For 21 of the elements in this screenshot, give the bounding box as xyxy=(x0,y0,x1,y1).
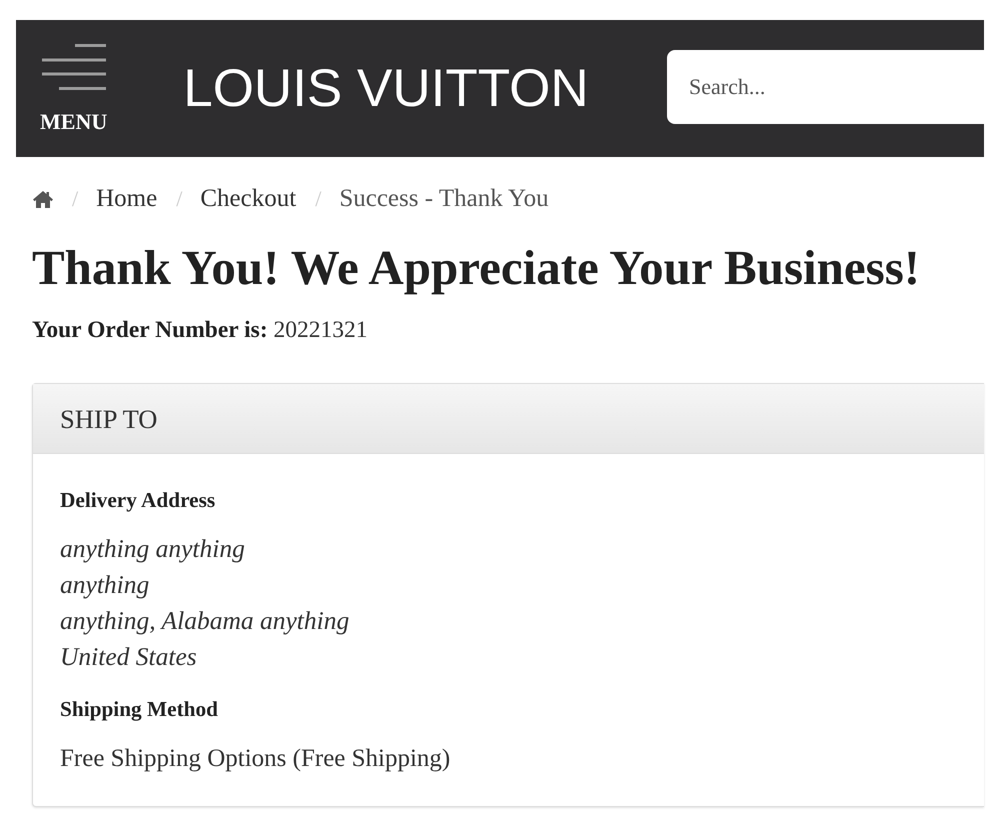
breadcrumb-current-page: Success - Thank You xyxy=(339,184,549,214)
panel-title: SHIP TO xyxy=(60,404,158,434)
breadcrumb-link[interactable]: Checkout xyxy=(200,184,296,214)
breadcrumb-separator: / xyxy=(315,185,322,213)
address-line: anything, Alabama anything xyxy=(60,605,350,637)
page-title: Thank You! We Appreciate Your Business! xyxy=(32,242,922,294)
order-number: Your Order Number is: 20221321 xyxy=(32,316,369,344)
menu-button[interactable]: MENU xyxy=(40,44,108,133)
address-line: anything anything xyxy=(60,533,246,565)
address-line: United States xyxy=(60,641,198,673)
address-line: anything xyxy=(60,569,150,601)
home-icon[interactable] xyxy=(33,190,53,208)
shipping-method-label: Shipping Method xyxy=(60,697,220,721)
breadcrumb-link[interactable]: Home xyxy=(96,184,158,214)
brand-logo[interactable]: LOUIS VUITTON xyxy=(183,58,589,118)
breadcrumb-separator: / xyxy=(176,185,182,213)
menu-icon xyxy=(42,44,106,90)
breadcrumb-separator: / xyxy=(72,185,78,213)
search-field[interactable]: Search... xyxy=(667,50,984,124)
shipping-method-value: Free Shipping Options (Free Shipping) xyxy=(60,744,452,774)
delivery-address-label: Delivery Address xyxy=(60,488,216,512)
